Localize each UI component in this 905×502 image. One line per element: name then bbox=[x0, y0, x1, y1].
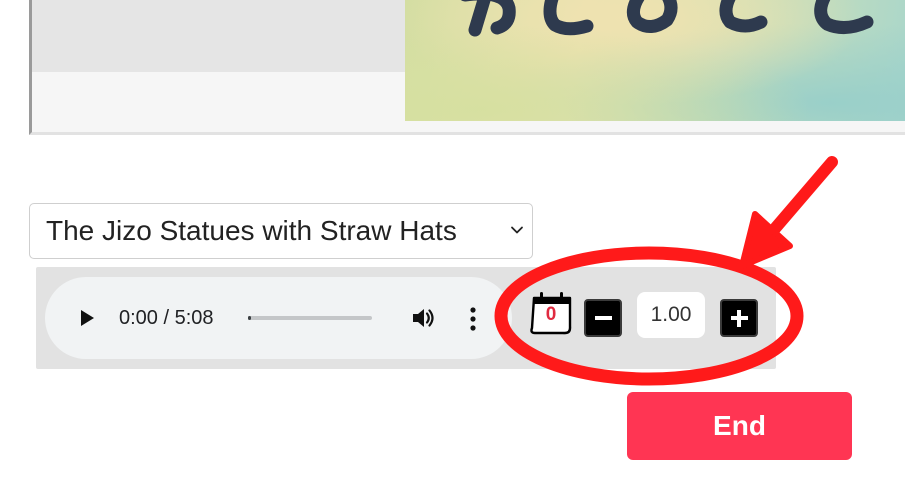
audio-seek-fill bbox=[248, 316, 251, 320]
audio-seek-bar[interactable] bbox=[248, 316, 372, 320]
story-select[interactable]: The Jizo Statues with Straw Hats bbox=[29, 203, 533, 259]
cover-title-lettering bbox=[460, 0, 874, 37]
chevron-down-icon bbox=[511, 226, 523, 234]
player-bar: 0:00 / 5:08 0 1.00 bbox=[36, 267, 776, 369]
end-button[interactable]: End bbox=[627, 392, 852, 460]
cover-image bbox=[405, 0, 905, 121]
play-count: 0 bbox=[529, 290, 573, 336]
more-vertical-icon[interactable] bbox=[463, 306, 483, 332]
story-select-value: The Jizo Statues with Straw Hats bbox=[46, 215, 457, 246]
speed-value: 1.00 bbox=[637, 292, 705, 338]
audio-player: 0:00 / 5:08 bbox=[45, 277, 512, 359]
play-icon[interactable] bbox=[75, 307, 97, 329]
content-header-band bbox=[32, 0, 406, 72]
audio-time: 0:00 / 5:08 bbox=[119, 307, 214, 329]
play-count-value: 0 bbox=[545, 304, 557, 325]
speed-decrease-button[interactable] bbox=[584, 299, 622, 337]
volume-icon[interactable] bbox=[410, 305, 436, 331]
minus-icon bbox=[595, 316, 612, 320]
speed-increase-button[interactable] bbox=[720, 299, 758, 337]
